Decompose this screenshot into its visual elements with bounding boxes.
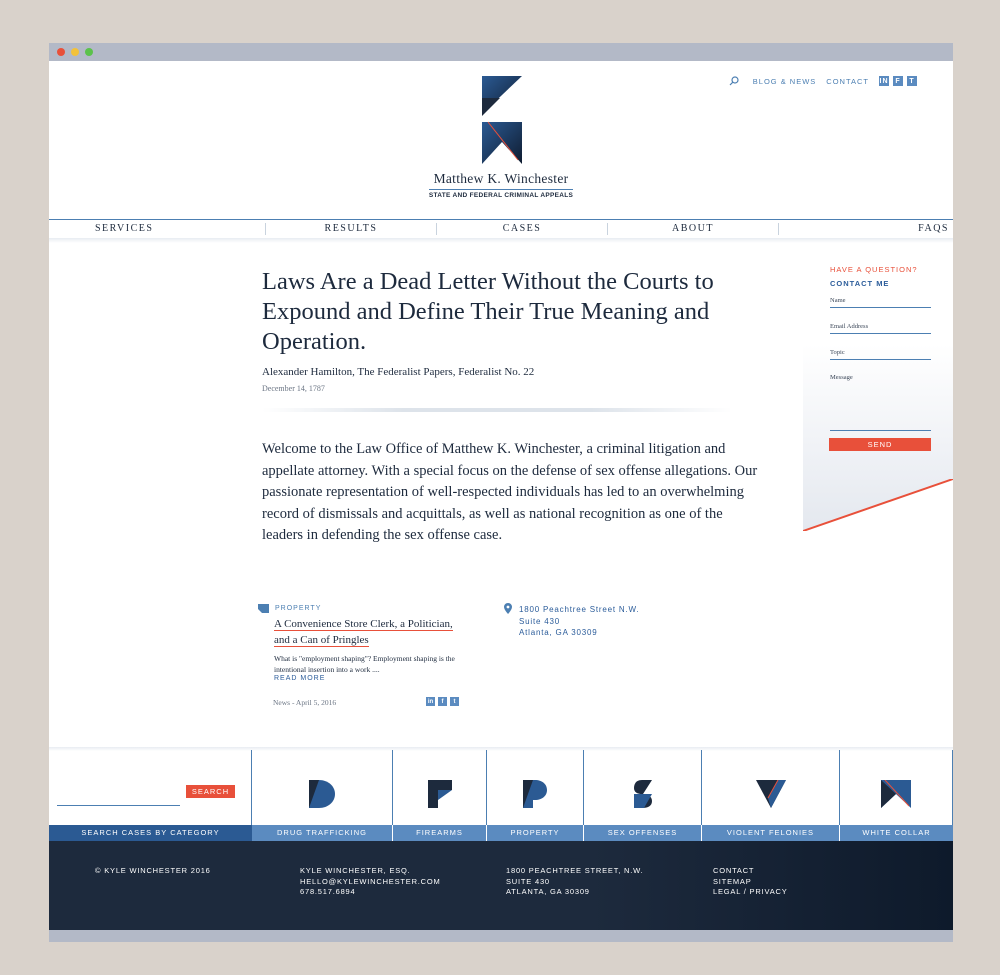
nav-cases[interactable]: Cases (437, 223, 608, 235)
category-drug-trafficking[interactable] (252, 750, 393, 825)
search-by-category-label: SEARCH CASES BY CATEGORY (49, 825, 252, 841)
footer-address: 1800 PEACHTREE STREET, N.W. SUITE 430 AT… (506, 866, 643, 898)
blog-news-link[interactable]: Blog & News (753, 77, 817, 86)
search-icon[interactable] (729, 76, 739, 86)
close-window-dot[interactable] (57, 48, 65, 56)
twitter-icon[interactable]: t (450, 697, 459, 706)
footer-legal-link[interactable]: LEGAL / PRIVACY (713, 887, 788, 898)
quote-headline: Laws Are a Dead Letter Without the Court… (262, 268, 714, 355)
top-links: Blog & News Contact in f t (729, 76, 917, 86)
category-label-violent-felonies[interactable]: VIOLENT FELONIES (702, 825, 840, 841)
violent-felonies-icon (755, 780, 786, 808)
article-title-line1[interactable]: A Convenience Store Clerk, a Politician, (274, 618, 453, 631)
category-firearms[interactable] (393, 750, 487, 825)
twitter-icon[interactable]: t (907, 76, 917, 86)
footer-email-link[interactable]: HELLO@KYLEWINCHESTER.COM (300, 877, 441, 888)
footer-links: CONTACT SITEMAP LEGAL / PRIVACY (713, 866, 788, 898)
email-field[interactable]: Email Address (830, 323, 931, 334)
maximize-window-dot[interactable] (85, 48, 93, 56)
message-field[interactable]: Message (830, 374, 931, 431)
category-white-collar[interactable] (840, 750, 953, 825)
send-button[interactable]: SEND (829, 438, 931, 451)
drug-trafficking-icon (309, 780, 335, 808)
window-bottom-bar (49, 930, 953, 942)
footer-sitemap-link[interactable]: SITEMAP (713, 877, 788, 888)
have-a-question-label: HAVE A QUESTION? (830, 265, 918, 274)
name-field[interactable]: Name (830, 297, 931, 308)
category-property[interactable] (487, 750, 584, 825)
category-sex-offenses[interactable] (584, 750, 702, 825)
footer-address-line2: SUITE 430 (506, 876, 550, 886)
category-violent-felonies[interactable] (702, 750, 840, 825)
article-social-links: in f t (426, 697, 459, 706)
article-title[interactable]: A Convenience Store Clerk, a Politician,… (274, 617, 464, 648)
category-label-drug-trafficking[interactable]: DRUG TRAFFICKING (252, 825, 393, 841)
intro-paragraph: Welcome to the Law Office of Matthew K. … (262, 441, 758, 543)
nav-about[interactable]: About (608, 223, 779, 235)
firm-tagline: STATE AND FEDERAL CRIMINAL APPEALS (428, 192, 574, 199)
address-line2: Suite 430 (519, 616, 561, 626)
footer-contact-info: KYLE WINCHESTER, ESQ. HELLO@KYLEWINCHEST… (300, 866, 441, 898)
address-line1: 1800 Peachtree Street N.W. (519, 605, 640, 614)
footer-contact-link[interactable]: CONTACT (713, 866, 788, 877)
contact-panel-accent (803, 479, 953, 531)
location-pin-icon (504, 603, 512, 614)
read-more-link[interactable]: Read More (274, 675, 325, 682)
contact-link[interactable]: Contact (826, 77, 869, 86)
office-address: 1800 Peachtree Street N.W. Suite 430 Atl… (519, 604, 639, 639)
case-search-button[interactable]: SEARCH (186, 785, 235, 798)
nav-faqs[interactable]: FAQs (779, 223, 953, 235)
nav-shadow (49, 238, 953, 243)
nav-results[interactable]: Results (266, 223, 437, 235)
linkedin-icon[interactable]: in (426, 697, 435, 706)
footer-phone: 678.517.6894 (300, 887, 356, 896)
quote-date: December 14, 1787 (262, 384, 325, 393)
footer-address-line3: ATLANTA, GA 30309 (506, 887, 590, 896)
property-category-icon (258, 604, 269, 613)
category-label-sex-offenses[interactable]: SEX OFFENSES (584, 825, 702, 841)
topic-field[interactable]: Topic (830, 349, 931, 360)
category-label-property[interactable]: PROPERTY (487, 825, 584, 841)
main-nav: Services Results Cases About FAQs (49, 219, 953, 238)
category-strip: SEARCH SEARCH CASES BY CATEGORY DRUG TRA… (49, 750, 953, 841)
white-collar-icon (881, 780, 911, 808)
site-footer: © KYLE WINCHESTER 2016 KYLE WINCHESTER, … (49, 841, 953, 930)
article-category[interactable]: Property (275, 605, 321, 612)
address-line3: Atlanta, GA 30309 (519, 628, 598, 637)
facebook-icon[interactable]: f (893, 76, 903, 86)
case-search: SEARCH (49, 750, 252, 825)
category-label-white-collar[interactable]: WHITE COLLAR (840, 825, 953, 841)
logo-mark[interactable] (480, 76, 524, 164)
quote-divider (262, 408, 732, 412)
footer-address-line1: 1800 PEACHTREE STREET, N.W. (506, 866, 644, 875)
contact-me-label: CONTACT ME (830, 279, 890, 288)
category-label-firearms[interactable]: FIREARMS (393, 825, 487, 841)
quote-attribution: Alexander Hamilton, The Federalist Paper… (262, 366, 535, 378)
social-links: in f t (879, 76, 917, 86)
name-divider (429, 189, 573, 190)
nav-services[interactable]: Services (49, 223, 266, 235)
footer-copyright: © KYLE WINCHESTER 2016 (95, 866, 211, 875)
window-titlebar (49, 43, 953, 61)
facebook-icon[interactable]: f (438, 697, 447, 706)
property-icon (523, 780, 547, 808)
article-excerpt: What is "employment shaping"? Employment… (274, 654, 455, 674)
sex-offenses-icon (633, 780, 652, 808)
article-title-line2[interactable]: and a Can of Pringles (274, 633, 369, 647)
firm-name: Matthew K. Winchester (433, 171, 569, 186)
footer-person-name: KYLE WINCHESTER, ESQ. (300, 866, 411, 875)
linkedin-icon[interactable]: in (879, 76, 889, 86)
minimize-window-dot[interactable] (71, 48, 79, 56)
article-meta: News - April 5, 2016 (273, 698, 337, 707)
browser-window: Blog & News Contact in f t Matthew K. Wi… (49, 43, 953, 942)
case-search-input[interactable] (57, 798, 180, 806)
firearms-icon (427, 780, 452, 808)
